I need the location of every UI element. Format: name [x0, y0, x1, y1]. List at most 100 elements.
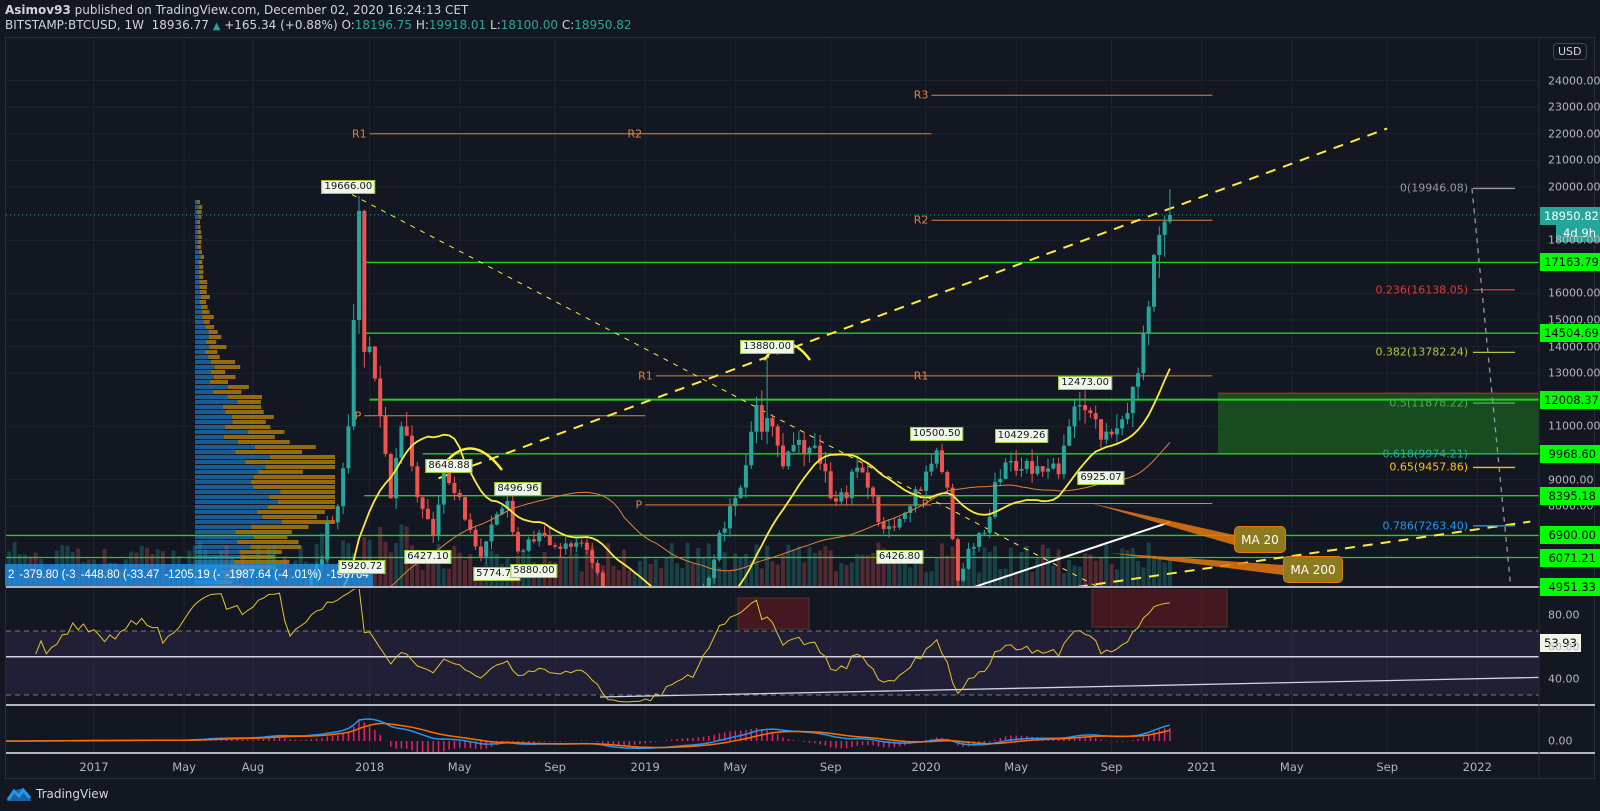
- time-axis-label: May: [1280, 760, 1304, 774]
- time-axis-label: 2019: [631, 760, 660, 774]
- volume-profile-bar-up: [195, 405, 223, 409]
- currency-button[interactable]: USD: [1553, 43, 1587, 60]
- candle-body: [574, 543, 578, 547]
- candle-body: [892, 526, 896, 527]
- rsi-pane[interactable]: [6, 584, 1539, 702]
- volume-profile-bar-down: [254, 475, 335, 479]
- macd-pane[interactable]: [0, 719, 1170, 755]
- candle-body: [855, 468, 859, 472]
- candle-body: [882, 522, 886, 529]
- candle-body: [1147, 307, 1151, 333]
- candle-body: [601, 573, 605, 598]
- volume-profile-bar-down: [280, 490, 335, 494]
- volume-profile-bar-up: [195, 280, 199, 284]
- candle-body: [548, 536, 552, 545]
- volume-bar: [908, 568, 912, 587]
- volume-bar: [823, 546, 827, 587]
- current-price-label: 18950.82: [1540, 207, 1600, 225]
- candle-body: [914, 489, 918, 506]
- volume-profile-bar-up: [195, 295, 201, 299]
- ma200-annotation[interactable]: MA 200: [1283, 556, 1343, 583]
- volume-profile-bar-down: [245, 460, 335, 464]
- volume-profile-bar-up: [195, 230, 197, 234]
- volume-bar: [452, 546, 456, 587]
- candle-body: [808, 448, 812, 453]
- candle-body: [755, 405, 759, 432]
- volume-profile-bar-up: [195, 320, 204, 324]
- volume-profile-bar-up: [195, 415, 232, 419]
- volume-profile-bar-up: [195, 225, 198, 229]
- volume-bar: [945, 556, 949, 587]
- candle-body: [850, 472, 854, 499]
- candle-body: [378, 378, 382, 415]
- candle-body: [1157, 235, 1161, 255]
- volume-bar: [728, 571, 732, 587]
- volume-bar: [426, 563, 430, 587]
- volume-bar: [675, 563, 679, 587]
- volume-profile-bar-down: [251, 525, 308, 529]
- volume-profile-bar-down: [233, 420, 266, 424]
- volume-profile-bar-down: [199, 250, 202, 254]
- candle-body: [585, 543, 589, 551]
- chart-canvas[interactable]: [0, 0, 1600, 811]
- volume-profile-bar-down: [199, 205, 202, 209]
- candle-body: [956, 539, 960, 580]
- volume-bar: [940, 543, 944, 587]
- volume-profile-bar-down: [237, 540, 298, 544]
- volume-profile-bar-down: [209, 335, 222, 339]
- volume-profile-bar-down: [211, 360, 235, 364]
- volume-bar: [574, 553, 578, 587]
- volume-profile-bar-down: [238, 440, 290, 444]
- volume-bar: [1057, 550, 1061, 587]
- candle-body: [871, 488, 875, 497]
- candle-body: [55, 699, 59, 700]
- volume-bar: [638, 561, 642, 587]
- tradingview-logo[interactable]: TradingView: [6, 786, 109, 802]
- candle-body: [606, 597, 610, 618]
- volume-profile-bar-up: [195, 315, 202, 319]
- volume-profile-bar-down: [198, 240, 201, 244]
- volume-profile-readout: 2 -379.80 (-3 -448.80 (-33.47 -1205.19 (…: [5, 564, 373, 586]
- volume-profile-bar-down: [197, 210, 201, 214]
- volume-bar: [839, 563, 843, 587]
- volume-profile-bar-down: [197, 220, 200, 224]
- candle-body: [686, 607, 690, 611]
- candle-body: [346, 426, 350, 468]
- volume-profile-bar-up: [195, 440, 238, 444]
- volume-profile-bar-up: [195, 205, 199, 209]
- volume-bar: [797, 546, 801, 587]
- volume-bar: [468, 554, 472, 587]
- volume-profile-bar-down: [209, 345, 226, 349]
- pivot-label: R1: [352, 127, 367, 140]
- volume-profile-bar-up: [195, 525, 251, 529]
- volume-bar: [929, 571, 933, 587]
- volume-bar: [1157, 557, 1161, 587]
- candle-body: [998, 479, 1002, 482]
- volume-bar: [1067, 560, 1071, 587]
- volume-profile-bar-down: [199, 270, 204, 274]
- volume-profile-bar-up: [195, 220, 197, 224]
- candle-body: [982, 533, 986, 534]
- volume-profile-bar-down: [201, 295, 210, 299]
- price-callout: 6925.07: [1077, 471, 1124, 485]
- candle-body: [373, 347, 377, 379]
- volume-profile-bar-up: [195, 385, 228, 389]
- ma20-annotation[interactable]: MA 20: [1234, 526, 1286, 553]
- volume-profile-bar-down: [251, 480, 335, 484]
- volume-bar: [1104, 544, 1108, 587]
- fib-level-label: 0.5(11878.22): [1389, 397, 1468, 410]
- candle-body: [770, 418, 774, 426]
- candle-body: [823, 464, 827, 472]
- candle-body: [723, 528, 727, 532]
- price-callout: 5880.00: [510, 564, 557, 578]
- candle-body: [394, 458, 398, 498]
- candle-body: [458, 493, 462, 497]
- volume-bar: [1088, 554, 1092, 587]
- candle-body: [1062, 446, 1066, 475]
- candle-body: [617, 619, 621, 624]
- candle-body: [421, 497, 425, 509]
- candle-body: [537, 533, 541, 542]
- volume-bar: [1051, 566, 1055, 587]
- volume-profile-bar-down: [214, 365, 240, 369]
- level-price-label: 14504.69: [1540, 324, 1600, 342]
